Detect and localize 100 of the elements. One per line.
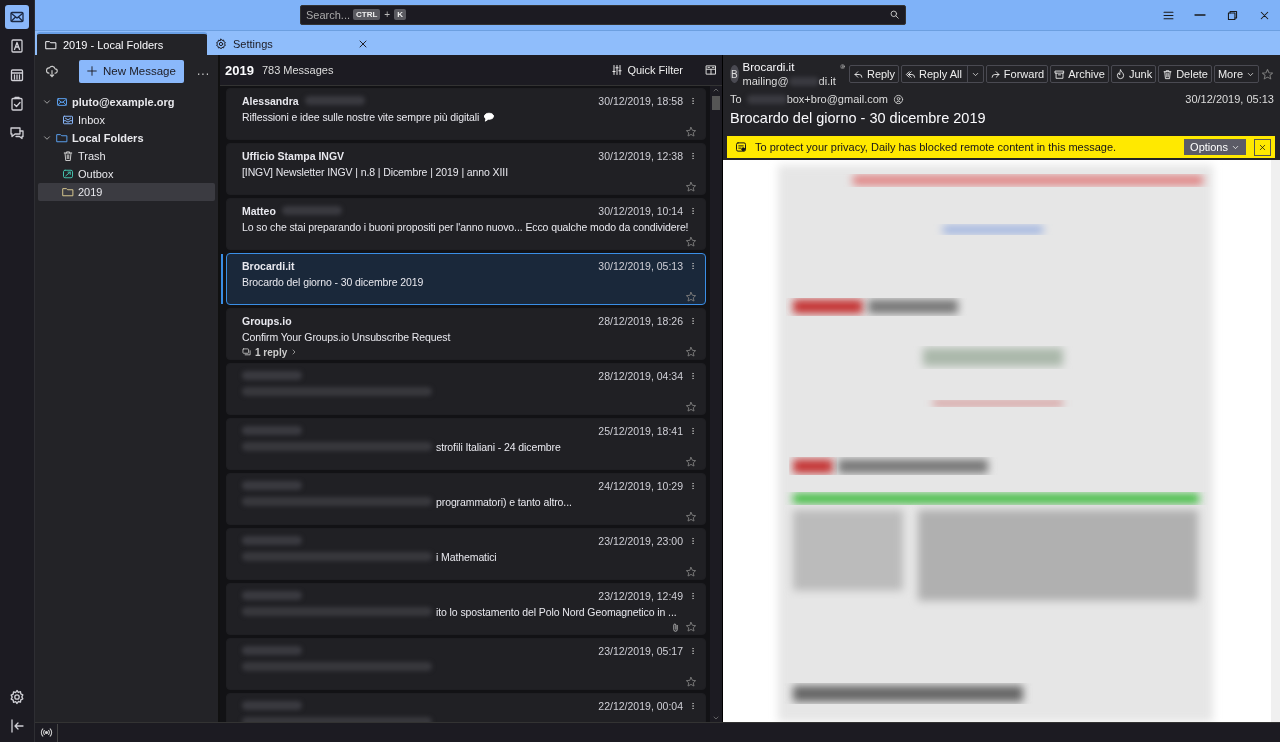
folder-item[interactable]: Trash xyxy=(38,147,215,165)
message-card[interactable]: Alessandra 30/12/2019, 18:58 Riflessioni e idee sulle nostre vite sempre più digitali xyxy=(226,88,706,140)
new-message-button[interactable]: New Message xyxy=(79,59,184,83)
sender-address: mailing@ xyxy=(742,75,789,87)
outbox-icon xyxy=(62,168,74,180)
folder-item[interactable]: pluto@example.org xyxy=(38,93,215,111)
cloud-download-icon[interactable] xyxy=(45,64,59,78)
star-icon[interactable] xyxy=(685,511,697,524)
message-card[interactable]: 23/12/2019, 23:00 i Mathematici xyxy=(226,528,706,580)
star-icon[interactable] xyxy=(685,676,697,689)
message-date: 25/12/2019, 18:41 xyxy=(598,424,683,437)
message-card[interactable]: 22/12/2019, 00:04 xyxy=(226,693,706,722)
collapse-icon xyxy=(9,718,25,734)
folder-item[interactable]: Inbox xyxy=(38,111,215,129)
action-button[interactable]: Forward xyxy=(985,65,1049,83)
message-card[interactable]: 28/12/2019, 04:34 xyxy=(226,363,706,415)
action-button[interactable]: Archive xyxy=(1050,65,1109,83)
action-button[interactable]: Junk xyxy=(1110,65,1157,83)
sender-name: Brocardi.it xyxy=(242,259,295,272)
message-card[interactable]: Matteo 30/12/2019, 10:14 Lo so che stai preparando i buoni propositi per l'anno nuovo... Ecco qualche modo da condividere! xyxy=(226,198,706,250)
expand-caret-icon[interactable] xyxy=(42,133,52,143)
star-icon[interactable] xyxy=(685,346,697,359)
trash-icon xyxy=(1162,68,1174,80)
message-date: 30/12/2019, 12:38 xyxy=(598,149,683,162)
folder-item[interactable]: Local Folders xyxy=(38,129,215,147)
message-card[interactable]: 24/12/2019, 10:29 programmatori) e tanto altro... xyxy=(226,473,706,525)
folder-icon xyxy=(62,186,74,198)
archive-icon xyxy=(1054,68,1066,80)
message-subject: programmatori) e tanto altro... xyxy=(436,495,572,508)
star-icon[interactable] xyxy=(685,181,697,194)
scrollbar-thumb[interactable] xyxy=(712,96,720,110)
message-subject: Brocardo del giorno - 30 dicembre 2019 xyxy=(729,109,987,128)
message-date: 22/12/2019, 00:04 xyxy=(598,699,683,712)
action-button[interactable]: More xyxy=(1213,65,1259,83)
quick-filter-button[interactable]: Quick Filter xyxy=(611,64,683,76)
address-book-icon xyxy=(9,38,25,54)
thread-link[interactable]: 1 reply xyxy=(242,346,299,358)
message-card[interactable]: Ufficio Stampa INGV 30/12/2019, 12:38 [INGV] Newsletter INGV | n.8 | Dicembre | 2019 | anno XIII xyxy=(226,143,706,195)
forward-icon xyxy=(989,68,1001,80)
message-card[interactable]: 23/12/2019, 12:49 ito lo spostamento del Polo Nord Geomagnetico in ... xyxy=(226,583,706,635)
action-button[interactable]: Delete xyxy=(1158,65,1212,83)
options-button[interactable]: Options xyxy=(1184,139,1246,155)
clipboard-check-icon xyxy=(9,96,25,112)
plus-sign: + xyxy=(384,9,391,20)
trash-icon xyxy=(62,150,74,162)
close-button[interactable] xyxy=(1254,138,1271,156)
message-card[interactable]: Groups.io 28/12/2019, 18:26 Confirm Your Groups.io Unsubscribe Request 1 reply xyxy=(226,308,706,360)
sender-name: Groups.io xyxy=(242,314,292,327)
sender-name: Brocardi.it xyxy=(742,61,796,73)
contact-icon[interactable] xyxy=(893,93,904,105)
message-subject: Lo so che stai preparando i buoni propositi per l'anno nuovo... Ecco qualche modo da condividere! xyxy=(242,220,689,233)
star-icon[interactable] xyxy=(685,126,697,139)
message-date: 30/12/2019, 10:14 xyxy=(598,204,683,217)
expand-caret-icon[interactable] xyxy=(42,97,52,107)
sender-address: di.it xyxy=(818,75,836,87)
message-subject: strofili Italiani - 24 dicembre xyxy=(436,440,561,453)
message-date: 30/12/2019, 05:13 xyxy=(1185,93,1274,105)
thread-icon xyxy=(242,347,252,358)
layout-icon[interactable] xyxy=(705,64,717,76)
message-subject: Brocardo del giorno - 30 dicembre 2019 xyxy=(242,275,424,288)
reply-all-icon xyxy=(905,68,917,80)
message-date: 23/12/2019, 12:49 xyxy=(598,589,683,602)
star-icon[interactable] xyxy=(685,291,697,304)
avatar: B xyxy=(730,65,739,83)
star-icon[interactable] xyxy=(685,566,697,579)
message-date: 30/12/2019, 05:13 xyxy=(598,259,683,272)
tab[interactable]: 2019 - Local Folders xyxy=(37,32,207,55)
star-icon[interactable] xyxy=(1261,67,1274,81)
sender-name: Alessandra xyxy=(242,94,299,107)
action-button[interactable]: Reply xyxy=(848,65,900,83)
star-icon[interactable] xyxy=(685,456,697,469)
blurred-text xyxy=(746,94,787,104)
star-icon[interactable] xyxy=(685,621,697,634)
blurred-text xyxy=(788,76,819,86)
contact-icon[interactable] xyxy=(839,61,845,72)
dropdown-toggle[interactable] xyxy=(966,65,980,83)
star-icon[interactable] xyxy=(685,401,697,414)
folder-item[interactable]: Outbox xyxy=(38,165,215,183)
star-icon[interactable] xyxy=(685,236,697,249)
message-card[interactable]: 23/12/2019, 05:17 xyxy=(226,638,706,690)
recipient-address: box+bro@gmail.com xyxy=(786,93,888,105)
action-button[interactable]: Reply All xyxy=(901,65,984,83)
notification-text: To protect your privacy, Daily has blocked remote content in this message. xyxy=(755,141,1117,153)
mail-button[interactable] xyxy=(5,5,29,29)
message-card[interactable]: 25/12/2019, 18:41 strofili Italiani - 24 dicembre xyxy=(226,418,706,470)
message-date: 24/12/2019, 10:29 xyxy=(598,479,683,492)
message-date: 23/12/2019, 05:17 xyxy=(598,644,683,657)
folder-icon xyxy=(45,38,57,51)
more-button[interactable]: ... xyxy=(197,64,210,78)
settings-icon xyxy=(215,37,227,50)
search-icon xyxy=(889,9,900,20)
privacy-icon xyxy=(735,141,747,153)
scroll-down-icon xyxy=(711,714,721,722)
tab[interactable]: Settings xyxy=(207,32,377,55)
inbox-icon xyxy=(62,114,74,126)
folder-item[interactable]: 2019 xyxy=(38,183,215,201)
message-subject: Confirm Your Groups.io Unsubscribe Request xyxy=(242,330,451,343)
envelope-icon xyxy=(56,96,68,108)
scroll-up-icon xyxy=(711,86,721,94)
message-subject: [INGV] Newsletter INGV | n.8 | Dicembre | 2019 | anno XIII xyxy=(242,165,508,178)
